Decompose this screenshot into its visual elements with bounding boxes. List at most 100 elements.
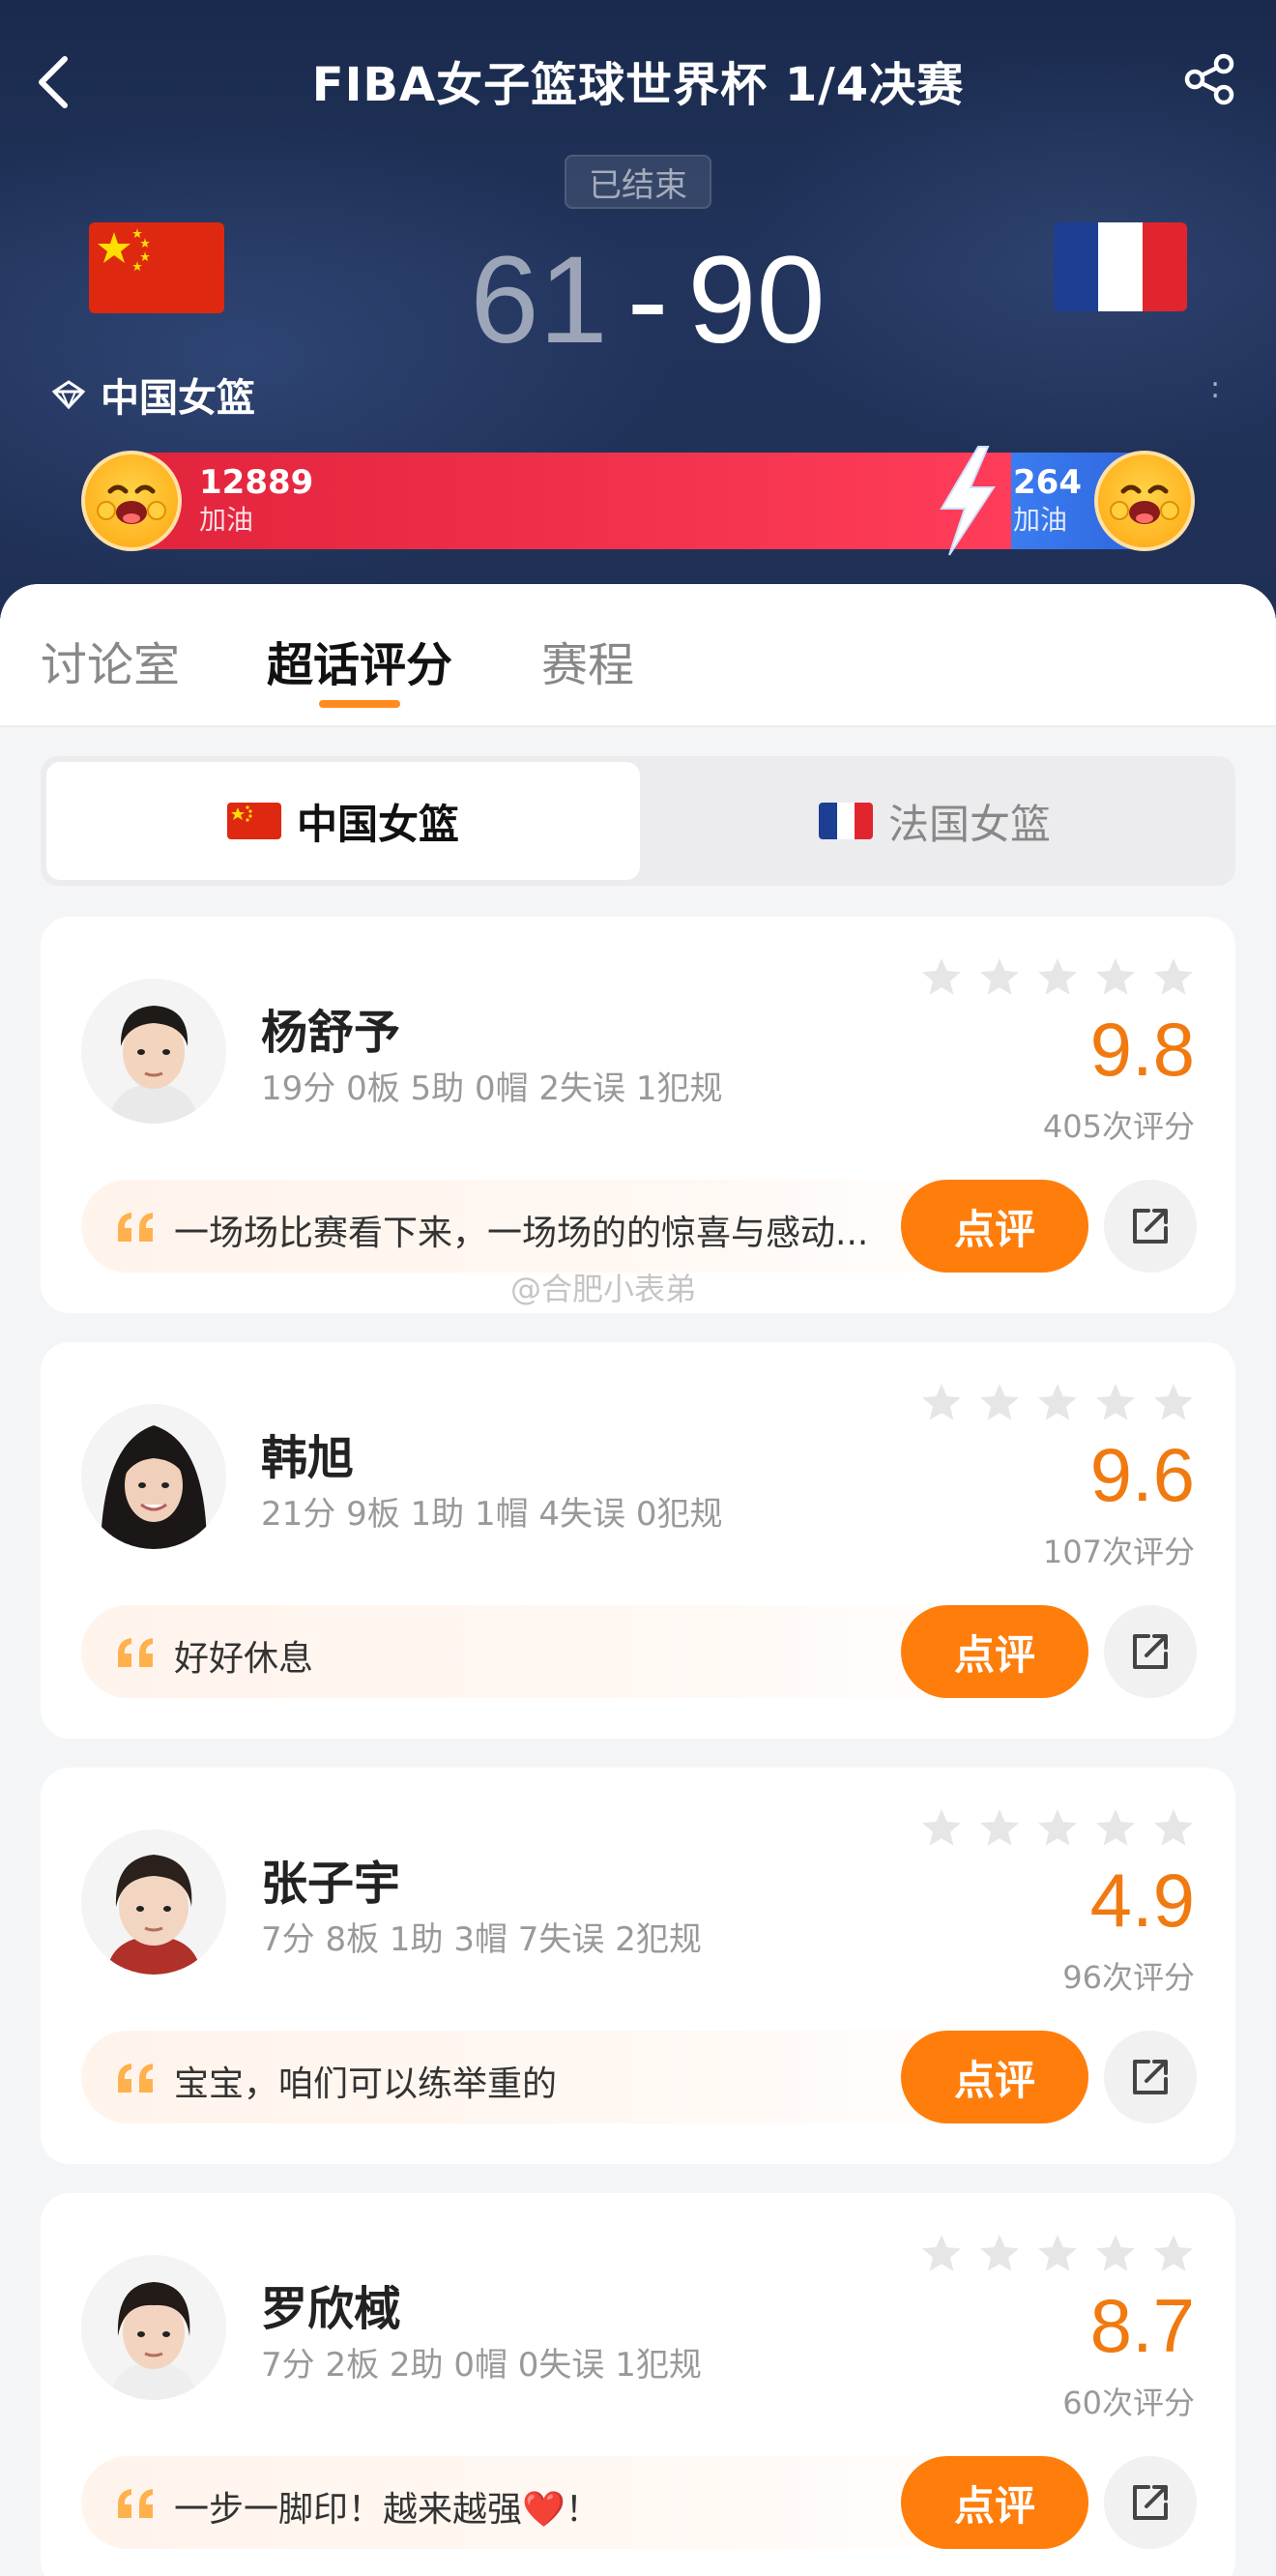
player-stats: 21分 9板 1助 1帽 4失误 0犯规	[261, 1495, 723, 1534]
star-icon[interactable]	[920, 2232, 963, 2274]
player-card[interactable]: 韩旭 21分 9板 1助 1帽 4失误 0犯规 9.6 107次评分 好好休息 …	[41, 1342, 1235, 1739]
review-button[interactable]: 点评	[901, 2031, 1088, 2123]
player-rating: 9.8	[1089, 1007, 1195, 1092]
external-share-icon	[1133, 2485, 1168, 2520]
star-icon[interactable]	[920, 1381, 963, 1423]
home-cheer-count: 12889 加油	[199, 466, 313, 534]
team-switch-china[interactable]: 中国女篮	[46, 762, 640, 880]
player-card[interactable]: 张子宇 7分 8板 1助 3帽 7失误 2犯规 4.9 96次评分 宝宝，咱们可…	[41, 1768, 1235, 2164]
star-icon[interactable]	[978, 2232, 1021, 2274]
away-team-label-clipped: :	[1210, 371, 1221, 405]
player-name: 杨舒予	[261, 1006, 401, 1060]
player-card[interactable]: 杨舒予 19分 0板 5助 0帽 2失误 1犯规 9.8 405次评分 一场场比…	[41, 917, 1235, 1313]
player-avatar[interactable]	[81, 2255, 226, 2400]
share-button[interactable]	[1104, 2031, 1197, 2123]
star-icon[interactable]	[1152, 1806, 1195, 1849]
star-icon[interactable]	[1152, 1381, 1195, 1423]
tab-schedule[interactable]: 赛程	[541, 627, 634, 694]
france-flag-icon	[818, 803, 873, 839]
player-avatar[interactable]	[81, 1404, 226, 1549]
tab-ratings[interactable]: 超话评分	[267, 627, 452, 694]
player-rating: 9.6	[1089, 1432, 1195, 1517]
player-avatar[interactable]	[81, 979, 226, 1124]
external-share-icon	[1133, 1634, 1168, 1669]
rating-count: 107次评分	[1042, 1534, 1195, 1570]
star-icon[interactable]	[1036, 1381, 1079, 1423]
home-cheer-emoji-icon[interactable]	[81, 451, 182, 551]
quote-icon	[118, 1213, 153, 1242]
star-icon[interactable]	[1152, 955, 1195, 998]
star-icon[interactable]	[1036, 2232, 1079, 2274]
france-flag-icon[interactable]	[1054, 222, 1187, 311]
rating-count: 405次评分	[1042, 1108, 1195, 1145]
player-avatar[interactable]	[81, 1830, 226, 1975]
score-separator: -	[626, 230, 669, 369]
review-button[interactable]: 点评	[901, 2456, 1088, 2549]
player-rating: 8.7	[1089, 2283, 1195, 2368]
team-switch-france[interactable]: 法国女篮	[638, 762, 1232, 880]
away-cheer-emoji-icon[interactable]	[1094, 451, 1195, 551]
away-score: 90	[687, 230, 826, 369]
page-title: FIBA女子篮球世界杯 1/4决赛	[311, 58, 965, 112]
star-icon[interactable]	[1036, 1806, 1079, 1849]
star-rating[interactable]	[920, 2232, 1195, 2274]
team-switch: 中国女篮 法国女篮	[41, 756, 1235, 886]
home-score: 61	[470, 230, 608, 369]
star-icon[interactable]	[1094, 1381, 1137, 1423]
star-rating[interactable]	[920, 955, 1195, 998]
match-status-badge: 已结束	[565, 155, 711, 209]
rating-count: 96次评分	[1062, 1959, 1195, 1996]
team-switch-china-label: 中国女篮	[296, 800, 459, 848]
home-team-label[interactable]: 中国女篮	[50, 366, 255, 424]
away-cheer-count: 264 加油	[1013, 466, 1082, 534]
player-name: 张子宇	[261, 1857, 401, 1911]
content-panel: 讨论室 超话评分 赛程 中国女篮 法国女篮 杨舒予 19分 0板 5助 0帽 2…	[0, 584, 1276, 2576]
star-icon[interactable]	[978, 1806, 1021, 1849]
comment-text: 好好休息	[174, 1639, 314, 1679]
share-button[interactable]	[1104, 2456, 1197, 2549]
star-icon[interactable]	[1036, 955, 1079, 998]
comment-text: 一场场比赛看下来，一场场的的惊喜与感动...	[174, 1214, 869, 1253]
tab-discussion[interactable]: 讨论室	[41, 627, 180, 694]
quote-icon	[118, 1638, 153, 1667]
china-flag-icon	[226, 803, 281, 839]
share-button[interactable]	[1104, 1180, 1197, 1273]
star-icon[interactable]	[1094, 1806, 1137, 1849]
score-display: 61 - 90	[464, 231, 831, 369]
diamond-icon	[51, 380, 86, 410]
watermark: @合肥小表弟	[510, 1271, 697, 1307]
star-icon[interactable]	[978, 1381, 1021, 1423]
share-icon[interactable]	[1181, 50, 1239, 108]
star-icon[interactable]	[1094, 955, 1137, 998]
external-share-icon	[1133, 1209, 1168, 1244]
tab-bar: 讨论室 超话评分 赛程	[0, 584, 1276, 727]
comment-text: 宝宝，咱们可以练举重的	[174, 2064, 558, 2104]
review-button[interactable]: 点评	[901, 1605, 1088, 1698]
lightning-icon	[940, 446, 996, 556]
player-name: 韩旭	[261, 1431, 355, 1485]
star-icon[interactable]	[1152, 2232, 1195, 2274]
away-cheer-label: 加油	[1013, 504, 1068, 536]
china-flag-icon[interactable]	[89, 222, 224, 313]
star-icon[interactable]	[1094, 2232, 1137, 2274]
rating-count: 60次评分	[1062, 2385, 1195, 2421]
away-cheer-number: 264	[1013, 463, 1082, 502]
star-icon[interactable]	[978, 955, 1021, 998]
star-rating[interactable]	[920, 1381, 1195, 1423]
player-stats: 7分 2板 2助 0帽 0失误 1犯规	[261, 2346, 702, 2385]
review-button[interactable]: 点评	[901, 1180, 1088, 1273]
external-share-icon	[1133, 2060, 1168, 2094]
star-icon[interactable]	[920, 955, 963, 998]
comment-text: 一步一脚印！越来越强❤️！	[174, 2490, 600, 2530]
star-icon[interactable]	[920, 1806, 963, 1849]
quote-icon	[118, 2064, 153, 2093]
home-team-name: 中国女篮	[101, 376, 255, 421]
player-name: 罗欣棫	[261, 2282, 401, 2336]
quote-icon	[118, 2489, 153, 2518]
share-button[interactable]	[1104, 1605, 1197, 1698]
player-stats: 7分 8板 1助 3帽 7失误 2犯规	[261, 1920, 702, 1959]
home-cheer-label: 加油	[199, 504, 254, 536]
star-rating[interactable]	[920, 1806, 1195, 1849]
team-switch-france-label: 法国女篮	[887, 800, 1051, 848]
player-card[interactable]: 罗欣棫 7分 2板 2助 0帽 0失误 1犯规 8.7 60次评分 一步一脚印！…	[41, 2193, 1235, 2576]
